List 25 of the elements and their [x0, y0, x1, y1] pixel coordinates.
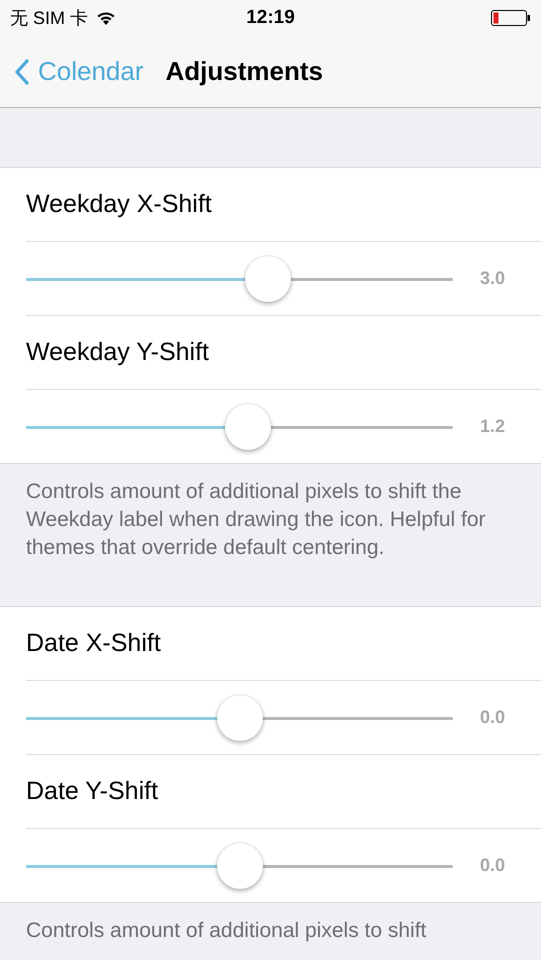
back-button[interactable]: Colendar [14, 56, 144, 87]
slider[interactable] [26, 842, 453, 888]
screen-title: Adjustments [166, 56, 323, 87]
slider-value: 1.2 [478, 416, 505, 437]
slider-value: 0.0 [478, 855, 505, 876]
slider-thumb[interactable] [225, 404, 272, 450]
slider-thumb[interactable] [216, 694, 262, 740]
carrier-text: 无 SIM 卡 [10, 7, 88, 30]
slider[interactable] [26, 256, 453, 302]
slider-thumb[interactable] [245, 256, 292, 302]
setting-label: Weekday X-Shift [26, 190, 212, 219]
status-time: 12:19 [246, 7, 295, 29]
wifi-icon [96, 10, 116, 26]
back-chevron-icon [14, 58, 30, 84]
slider-value: 3.0 [478, 268, 505, 289]
slider[interactable] [26, 404, 453, 450]
slider-value: 0.0 [478, 707, 505, 728]
section-footer-text: Controls amount of additional pixels to shift [26, 919, 426, 942]
slider[interactable] [26, 694, 453, 740]
setting-label: Weekday Y-Shift [26, 338, 209, 367]
section-footer-text: Controls amount of additional pixels to shift the Weekday label when drawing the icon. Helpful for themes that override default centering. [26, 480, 486, 559]
slider-thumb[interactable] [216, 842, 262, 888]
setting-label: Date X-Shift [26, 629, 161, 658]
setting-label: Date Y-Shift [26, 777, 158, 806]
battery-icon [491, 10, 531, 26]
